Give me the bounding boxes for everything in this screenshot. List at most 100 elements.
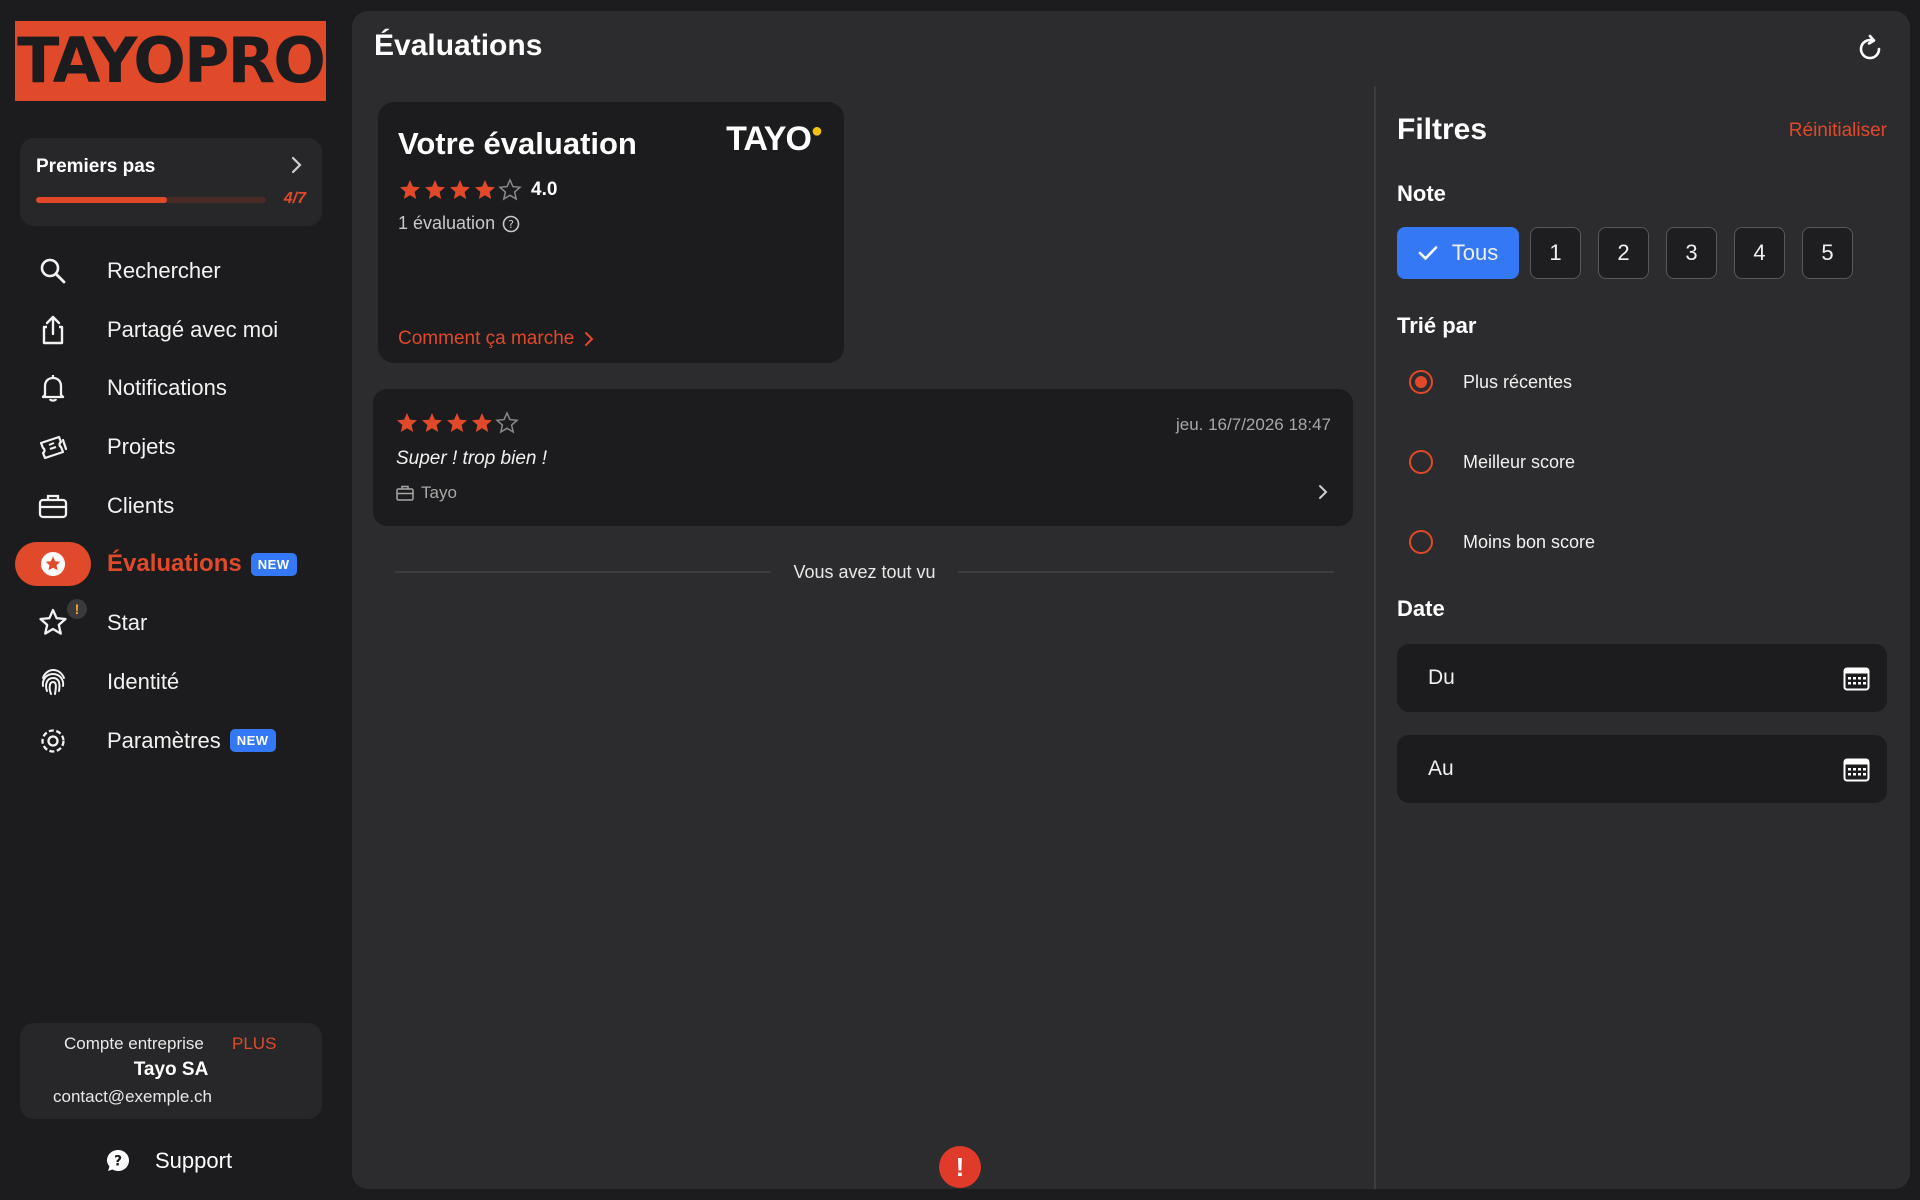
end-of-list-divider: Vous avez tout vu [395,560,1334,584]
account-name: Tayo SA [133,1059,209,1080]
star-empty-icon [498,178,522,201]
star-filled-icon [400,180,420,199]
date-from-field[interactable]: Du [1397,644,1887,712]
radio-unselected [1409,450,1433,474]
nav-item-rechercher[interactable]: Rechercher [15,249,335,293]
star-filled-icon [472,413,492,432]
calendar-icon [1843,758,1870,782]
note-chip-1[interactable]: 1 [1530,227,1581,279]
nav-item-projets[interactable]: Projets [15,425,335,469]
divider-line [957,571,1334,573]
new-badge: NEW [229,729,276,752]
filters-title: Filtres [1397,113,1488,146]
star-filled-icon [397,413,417,432]
sort-option-label: Plus récentes [1463,371,1573,392]
briefcase-icon [15,484,91,528]
account-type: Compte entreprise [64,1034,204,1053]
date-filter-label: Date [1397,596,1445,621]
gear-icon [15,719,91,763]
alert-button[interactable]: ! [939,1146,981,1188]
nav-label: Projets [107,434,176,460]
nav-item-identite[interactable]: Identité [15,660,335,704]
share-icon [15,308,91,352]
rating-summary-card: Votre évaluation TAYO● 4.0 1 évaluation … [378,102,844,363]
nav-item-partage[interactable]: Partagé avec moi [15,308,335,352]
note-chip-5[interactable]: 5 [1802,227,1853,279]
sidebar: TAYOPRO Premiers pas 4/7 Rechercher Part… [0,0,352,1200]
star-badge-icon [15,542,91,587]
nav-label: Évaluations [107,550,242,578]
filters-panel: Filtres Réinitialiser Note Tous 1 2 3 4 … [1397,11,1887,1189]
main-panel: Évaluations Votre évaluation TAYO● 4.0 1… [352,11,1910,1189]
note-filter-group: Tous 1 2 3 4 5 [1397,227,1870,279]
divider-line [395,571,772,573]
calendar-icon [1843,667,1870,691]
rating-summary-title: Votre évaluation [398,126,637,161]
sort-option-label: Meilleur score [1463,451,1576,472]
account-card[interactable]: Compte entreprise PLUS Tayo SA contact@e… [20,1023,322,1119]
briefcase-icon [396,485,414,501]
review-text: Super ! trop bien ! [396,448,548,469]
nav-item-star[interactable]: ! Star [15,599,335,645]
sort-option-recent[interactable]: Plus récentes [1409,370,1572,394]
how-it-works-link[interactable]: Comment ça marche [398,328,596,350]
chevron-right-icon [585,332,594,346]
nav-label: Paramètres [107,727,221,753]
star-empty-icon [495,411,519,434]
review-client-name: Tayo [421,483,457,502]
nav-label: Clients [107,492,175,518]
support-label: Support [155,1148,233,1173]
search-icon [15,249,91,293]
nav-item-evaluations[interactable]: Évaluations NEW [15,542,335,587]
support-link[interactable]: ? Support [105,1148,232,1174]
nav-item-clients[interactable]: Clients [15,484,335,528]
how-it-works-label: Comment ça marche [398,328,575,349]
rating-count: 1 évaluation ? [398,213,521,234]
alert-badge: ! [67,599,87,620]
chevron-right-icon [1319,485,1328,499]
tayo-brand-logo: TAYO● [726,120,823,158]
note-chip-label: Tous [1451,240,1499,265]
star-filled-icon [425,180,445,199]
note-chip-4[interactable]: 4 [1734,227,1785,279]
radio-unselected [1409,530,1433,554]
fingerprint-icon [15,660,91,704]
date-to-field[interactable]: Au [1397,735,1887,803]
sort-option-best[interactable]: Meilleur score [1409,450,1575,474]
bell-icon [15,366,91,410]
star-filled-icon [475,180,495,199]
help-circle-icon[interactable]: ? [501,214,521,234]
check-icon [1418,246,1438,260]
star-filled-icon [447,413,467,432]
note-filter-label: Note [1397,181,1446,206]
note-chip-3[interactable]: 3 [1666,227,1717,279]
reset-filters-button[interactable]: Réinitialiser [1789,120,1887,142]
rating-value: 4.0 [531,179,558,200]
onboarding-title: Premiers pas [36,156,156,177]
note-chip-2[interactable]: 2 [1598,227,1649,279]
tayo-brand-text: TAYO [726,120,812,158]
nav-label: Notifications [107,375,227,401]
svg-text:?: ? [508,218,514,231]
date-to-placeholder: Au [1428,757,1454,780]
note-chip-all[interactable]: Tous [1397,227,1519,279]
date-from-placeholder: Du [1428,666,1455,689]
onboarding-card[interactable]: Premiers pas 4/7 [20,138,322,226]
account-plan: PLUS [232,1034,277,1053]
onboarding-progress-fill [36,197,168,203]
panel-divider [1374,86,1376,1189]
review-card[interactable]: jeu. 16/7/2026 18:47 Super ! trop bien !… [373,389,1353,526]
tayopro-logo[interactable]: TAYOPRO [15,21,326,101]
main-nav: Rechercher Partagé avec moi Notification… [15,249,335,777]
nav-label: Star [107,610,148,636]
star-filled-icon [422,413,442,432]
tickets-icon [15,425,91,469]
rating-count-text: 1 évaluation [398,213,496,233]
end-of-list-text: Vous avez tout vu [793,561,936,582]
help-icon: ? [107,1150,129,1171]
radio-selected [1409,370,1433,394]
nav-item-notifications[interactable]: Notifications [15,366,335,410]
account-email: contact@exemple.ch [53,1087,213,1106]
sort-option-worst[interactable]: Moins bon score [1409,530,1595,554]
nav-item-parametres[interactable]: Paramètres NEW [15,719,335,763]
